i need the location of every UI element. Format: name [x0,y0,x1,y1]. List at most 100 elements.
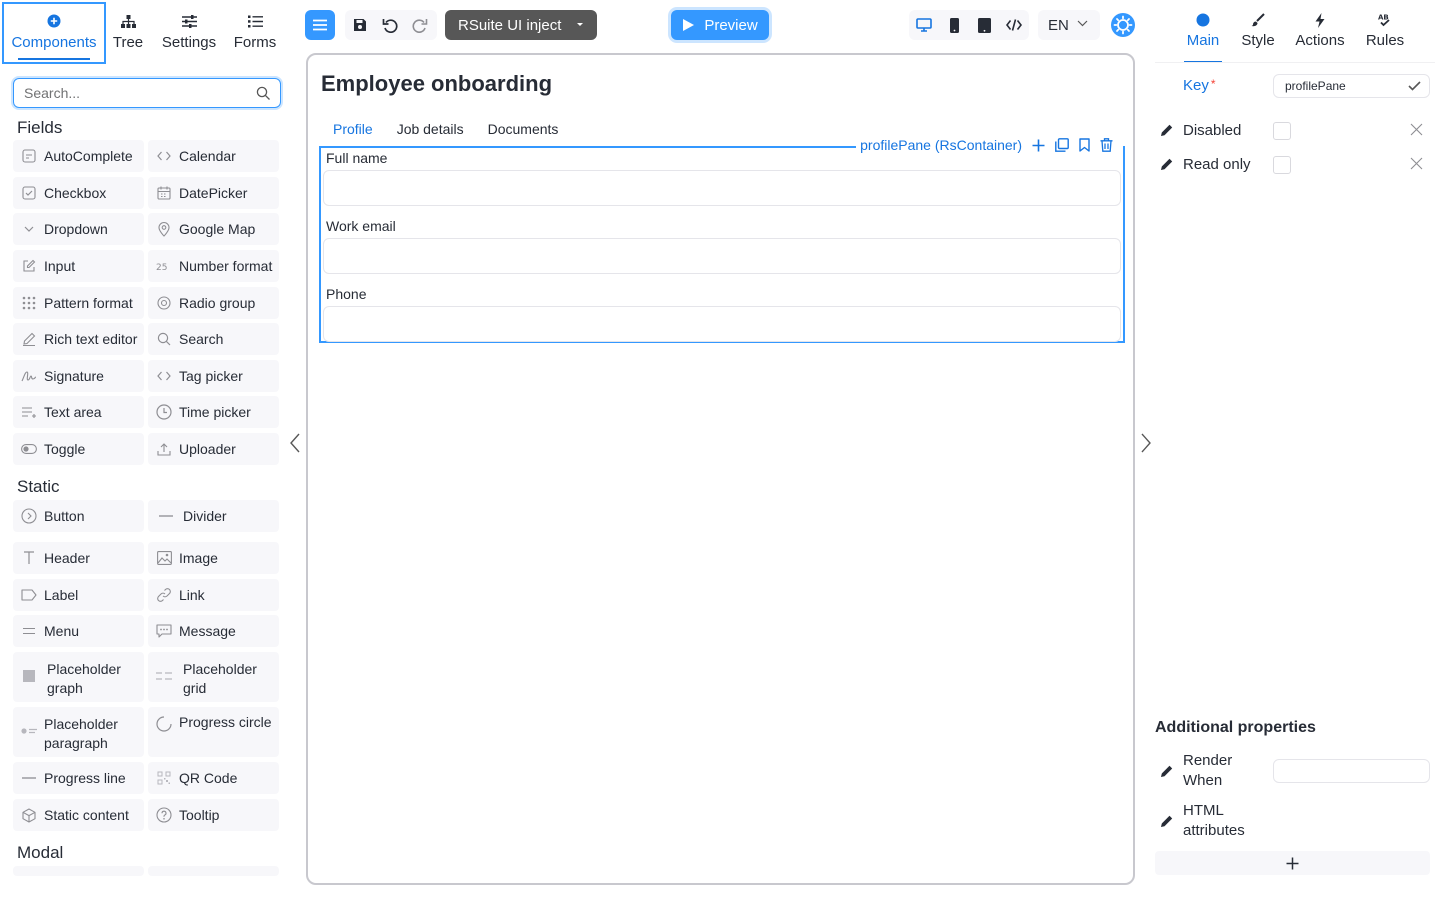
component-autocomplete[interactable]: AutoComplete [13,140,144,172]
clear-disabled-button[interactable] [1410,123,1424,137]
add-icon[interactable] [1032,139,1045,152]
component-calendar[interactable]: Calendar [148,140,279,172]
disabled-checkbox[interactable] [1273,122,1291,140]
tab-profile[interactable]: Profile [321,121,385,145]
component-rich-text-editor[interactable]: Rich text editor [13,323,144,355]
component-progress-line[interactable]: Progress line [13,762,144,794]
chevron-left-icon [289,433,301,453]
component-menu[interactable]: Menu [13,615,144,647]
redo-button[interactable] [405,10,435,40]
component-number-format[interactable]: 25 Number format [148,250,279,282]
component-placeholder-graph[interactable]: Placeholder graph [13,652,144,702]
save-button[interactable] [345,10,375,40]
search-placeholder: Search... [24,85,81,101]
undo-button[interactable] [375,10,405,40]
pen-icon [1160,815,1174,828]
component-qr-code[interactable]: QR Code [148,762,279,794]
component-google-map[interactable]: Google Map [148,213,279,245]
component-search-input[interactable]: Search... [13,78,281,108]
device-toolbar [909,10,1029,40]
component-tag-picker[interactable]: Tag picker [148,360,279,392]
profile-pane-container[interactable]: profilePane (RsContainer) Full name Work… [319,137,1125,343]
tab-actions[interactable]: Actions [1294,10,1346,62]
grid-dots-icon [21,295,37,311]
component-input[interactable]: Input [13,250,144,282]
component-link[interactable]: Link [148,579,279,611]
component-time-picker[interactable]: Time picker [148,396,279,428]
component-modal-partial[interactable] [148,866,279,876]
component-checkbox[interactable]: Checkbox [13,177,144,209]
key-input[interactable]: profilePane [1273,74,1430,98]
header-icon [21,550,37,566]
component-placeholder-paragraph[interactable]: Placeholder paragraph [13,707,144,757]
component-button[interactable]: Button [13,500,144,532]
component-divider[interactable]: Divider [148,500,279,532]
list-icon [247,12,263,30]
trash-icon[interactable] [1100,138,1113,152]
component-static-content[interactable]: Static content [13,799,144,831]
additional-properties-title: Additional properties [1155,719,1316,736]
render-when-input[interactable] [1273,759,1430,783]
clear-read-only-button[interactable] [1410,157,1424,171]
language-select[interactable]: EN [1038,10,1100,40]
placeholder-grid-icon [156,668,172,684]
placeholder-graph-icon [21,668,37,684]
bolt-icon [1315,10,1325,30]
copy-icon[interactable] [1055,138,1069,152]
component-datepicker[interactable]: DatePicker [148,177,279,209]
render-when-label: Render When [1183,752,1233,789]
work-email-input[interactable] [323,238,1121,274]
tab-forms[interactable]: Forms [229,2,281,64]
left-sidebar: Components Tree Settings Forms Search... [0,0,292,900]
component-text-area[interactable]: Text area [13,396,144,428]
bookmark-icon[interactable] [1079,138,1090,152]
tab-main[interactable]: Main [1184,10,1222,63]
component-dropdown[interactable]: Dropdown [13,213,144,245]
mobile-view-button[interactable] [939,10,969,40]
desktop-view-button[interactable] [909,10,939,40]
tab-job-details[interactable]: Job details [385,121,476,145]
image-icon [156,550,172,566]
component-header[interactable]: Header [13,542,144,574]
tab-rules[interactable]: AB Rules [1362,10,1408,62]
tab-components[interactable]: Components [2,2,106,64]
phone-input[interactable] [323,306,1121,342]
component-signature[interactable]: Signature [13,360,144,392]
component-search[interactable]: Search [148,323,279,355]
read-only-checkbox[interactable] [1273,156,1291,174]
component-label[interactable]: Label [13,579,144,611]
add-property-button[interactable] [1155,851,1430,875]
component-modal-partial[interactable] [13,866,144,876]
cube-icon [21,807,37,823]
menu-button[interactable] [305,10,335,40]
tab-settings[interactable]: Settings [158,2,220,64]
collapse-left-panel-button[interactable] [289,433,301,453]
component-radio-group[interactable]: Radio group [148,287,279,319]
form-canvas[interactable]: Employee onboarding Profile Job details … [306,53,1135,885]
ui-inject-dropdown[interactable]: RSuite UI inject [445,10,597,40]
component-message[interactable]: Message [148,615,279,647]
code-icon [1006,19,1022,31]
theme-toggle-button[interactable] [1110,12,1136,38]
component-placeholder-grid[interactable]: Placeholder grid [148,652,279,702]
desktop-icon [916,18,932,32]
code-brackets-icon [156,148,172,164]
tab-label: Settings [161,34,217,51]
tab-documents[interactable]: Documents [476,121,571,145]
component-image[interactable]: Image [148,542,279,574]
component-toggle[interactable]: Toggle [13,433,144,465]
preview-button[interactable]: Preview [671,10,769,40]
tab-style[interactable]: Style [1239,10,1277,62]
component-progress-circle[interactable]: Progress circle [148,707,279,757]
code-view-button[interactable] [999,10,1029,40]
svg-text:25: 25 [156,263,167,271]
radio-icon [156,295,172,311]
component-uploader[interactable]: Uploader [148,433,279,465]
component-tooltip[interactable]: Tooltip [148,799,279,831]
collapse-right-panel-button[interactable] [1140,433,1152,453]
full-name-input[interactable] [323,170,1121,206]
tablet-view-button[interactable] [969,10,999,40]
tab-tree[interactable]: Tree [106,2,150,64]
component-pattern-format[interactable]: Pattern format [13,287,144,319]
work-email-label: Work email [326,218,396,234]
